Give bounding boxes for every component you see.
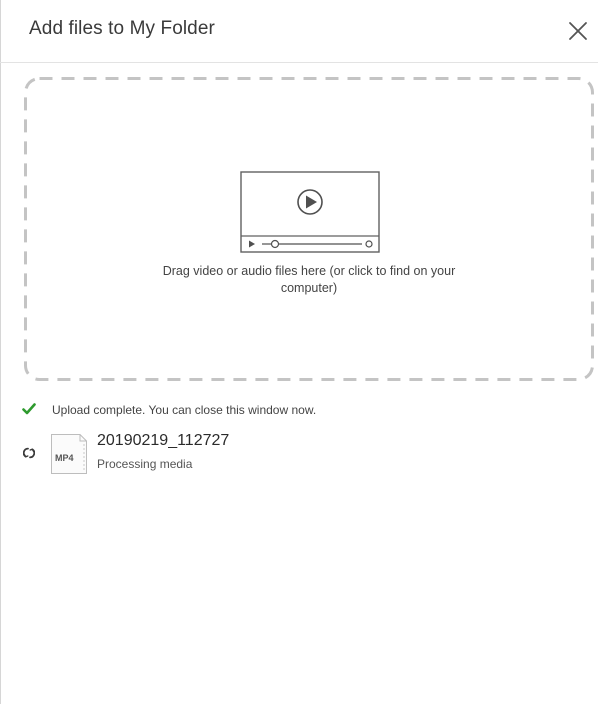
file-processing-status: Processing media: [97, 457, 193, 471]
file-dropzone[interactable]: Drag video or audio files here (or click…: [24, 77, 594, 381]
upload-status-message: Upload complete. You can close this wind…: [52, 403, 317, 417]
video-player-icon: [240, 171, 380, 253]
dropzone-instructions: Drag video or audio files here (or click…: [162, 264, 456, 295]
file-list-item: MP4 20190219_112727 Processing media: [22, 432, 582, 476]
file-type-badge: MP4: [55, 453, 74, 463]
mp4-file-icon: MP4: [51, 434, 87, 474]
dialog-header: Add files to My Folder: [0, 0, 598, 63]
dialog-left-edge: [0, 0, 1, 704]
check-icon: [22, 403, 36, 415]
close-icon[interactable]: [567, 20, 589, 42]
dialog-title: Add files to My Folder: [29, 18, 215, 39]
close-button[interactable]: [567, 20, 589, 42]
file-name: 20190219_112727: [97, 432, 230, 449]
add-files-dialog: Add files to My Folder Drag video or aud…: [0, 0, 598, 704]
processing-spinner-icon: [23, 447, 35, 459]
